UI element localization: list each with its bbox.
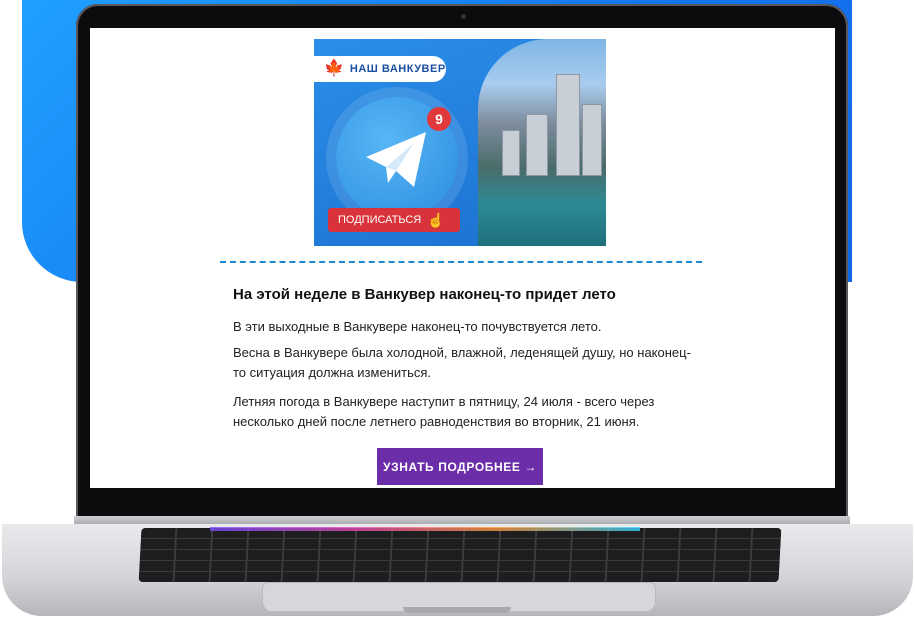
section-divider [220,261,702,263]
learn-more-button[interactable]: УЗНАТЬ ПОДРОБНЕЕ → [377,448,543,485]
subscribe-button[interactable]: ПОДПИСАТЬСЯ ☝ [328,208,460,232]
lid-notch [403,607,511,613]
building [582,104,602,176]
keyboard [138,528,782,582]
pointer-hand-icon: ☝ [427,211,445,228]
laptop-screen: 🍁 НАШ ВАНКУВЕР 9 ПОДПИСАТЬСЯ ☝ На этой н… [90,28,835,488]
subscribe-label: ПОДПИСАТЬСЯ [338,214,422,226]
article-paragraph: В эти выходные в Ванкувере наконец-то по… [233,319,602,334]
building [526,114,548,176]
building [556,74,580,176]
article-headline: На этой неделе в Ванкувер наконец-то при… [233,286,616,303]
building [502,130,520,176]
notification-badge: 9 [427,107,451,131]
article-paragraph: Летняя погода в Ванкувере наступит в пят… [233,394,655,429]
article-paragraph: Весна в Ванкувере была холодной, влажной… [233,345,691,380]
touch-bar [210,527,640,531]
vancouver-photo [478,39,606,246]
brand-logo: 🍁 НАШ ВАНКУВЕР [314,56,446,82]
maple-leaf-icon: 🍁 [324,60,344,77]
webcam [461,14,466,19]
brand-logo-text: НАШ ВАНКУВЕР [349,63,446,75]
telegram-banner[interactable]: 🍁 НАШ ВАНКУВЕР 9 ПОДПИСАТЬСЯ ☝ [314,39,606,246]
